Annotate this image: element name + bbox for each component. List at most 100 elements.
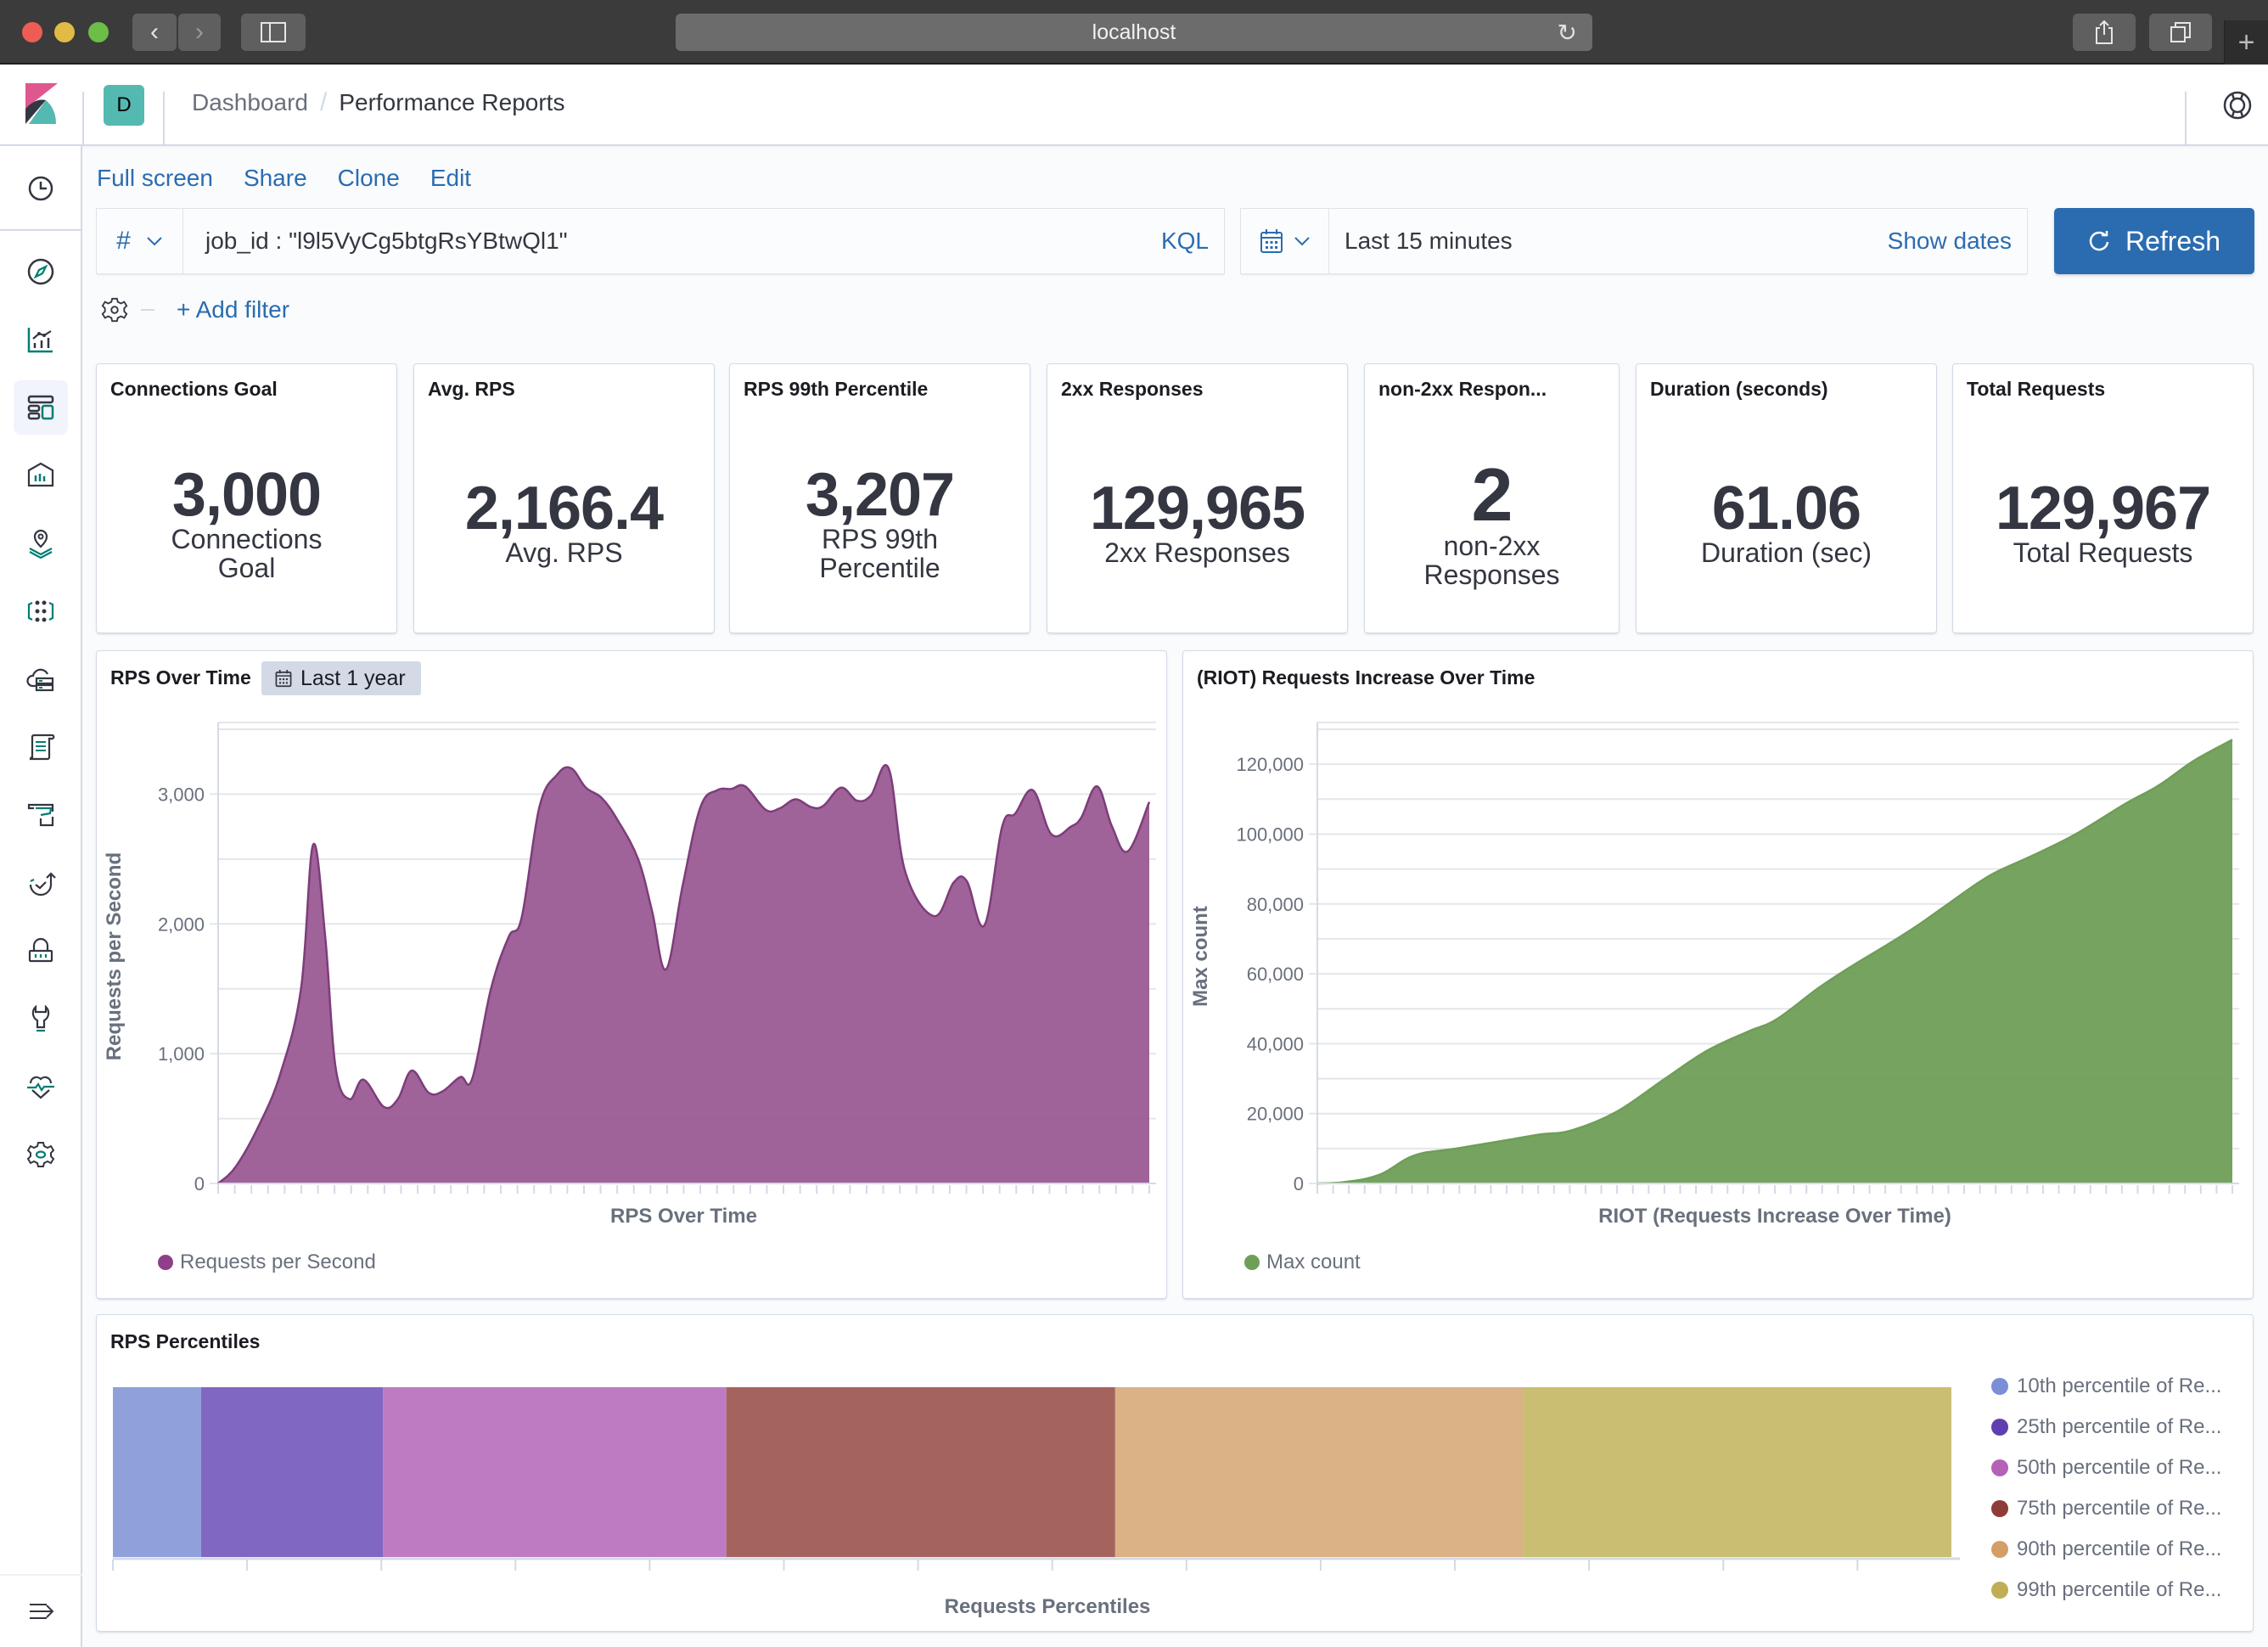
x-axis-title: RPS Over Time [610, 1205, 757, 1228]
legend-item[interactable]: 25th percentile of Re... [1991, 1407, 2221, 1447]
show-dates-button[interactable]: Show dates [1888, 228, 2027, 255]
data-point [323, 935, 328, 940]
query-bar: # job_id : "l9l5VyCg5btgRsYBtwQl1" KQL [96, 208, 1225, 274]
metric-display: 3,207 RPS 99th Percentile [730, 464, 1030, 582]
zoom-window-button[interactable] [88, 22, 109, 42]
rps-percentiles-panel: RPS Percentiles Requests Percentiles 10t… [96, 1314, 2254, 1632]
menu-collapse-icon [29, 1604, 53, 1619]
legend-item[interactable]: Max count [1244, 1251, 1361, 1274]
data-point [381, 1105, 386, 1110]
data-point [311, 842, 316, 847]
chevron-down-icon [1294, 237, 1310, 246]
sidebar-item-infrastructure[interactable] [14, 652, 68, 706]
sidebar-item-uptime[interactable] [14, 856, 68, 910]
help-icon[interactable] [2222, 90, 2253, 121]
data-point [1913, 925, 1918, 930]
query-history-button[interactable]: # [97, 209, 183, 273]
query-input[interactable]: job_id : "l9l5VyCg5btgRsYBtwQl1" [183, 228, 1161, 255]
apm-icon [27, 803, 54, 827]
data-point [233, 1164, 239, 1169]
percentiles-chart[interactable]: Requests Percentiles [97, 1315, 1964, 1633]
legend-color-dot [1991, 1582, 2008, 1599]
metric-display: 61.06 Duration (sec) [1636, 478, 1936, 568]
metric-display: 3,000 Connections Goal [97, 464, 396, 582]
data-point [636, 857, 641, 862]
data-point [333, 1064, 338, 1069]
sidebar-item-recently-viewed[interactable] [14, 161, 68, 216]
data-point [615, 818, 620, 823]
reload-icon[interactable]: ↻ [1558, 19, 1577, 47]
close-window-button[interactable] [22, 22, 42, 42]
sidebar-toggle-button[interactable] [241, 14, 306, 51]
data-point [1614, 1110, 1620, 1115]
data-point [728, 786, 733, 791]
metric-label: Avg. RPS [505, 537, 623, 568]
legend-item[interactable]: Requests per Second [158, 1251, 376, 1274]
sidebar-item-canvas[interactable] [14, 448, 68, 503]
data-point [1886, 942, 1891, 947]
add-filter-button[interactable]: + Add filter [177, 296, 289, 323]
minimize-window-button[interactable] [54, 22, 75, 42]
data-point [2122, 801, 2127, 807]
metric-title: non-2xx Respon... [1378, 378, 1547, 400]
clone-link[interactable]: Clone [338, 165, 400, 192]
data-point [2157, 783, 2162, 788]
edit-link[interactable]: Edit [430, 165, 471, 192]
data-point [777, 806, 782, 811]
sidebar-item-management[interactable] [14, 1127, 68, 1182]
back-button[interactable]: ‹ [132, 14, 177, 51]
sidebar-item-logs[interactable] [14, 720, 68, 774]
forward-button[interactable]: › [178, 14, 221, 51]
legend-item[interactable]: 99th percentile of Re... [1991, 1570, 2221, 1610]
quick-select-button[interactable] [1241, 209, 1329, 273]
breadcrumb-dashboard[interactable]: Dashboard [192, 89, 308, 116]
address-bar[interactable]: localhost ↻ [676, 14, 1592, 51]
data-point [1049, 832, 1054, 837]
metric-title: RPS 99th Percentile [744, 378, 929, 400]
space-avatar[interactable]: D [104, 85, 144, 126]
full-screen-link[interactable]: Full screen [97, 165, 213, 192]
metric-value: 2,166.4 [464, 475, 664, 542]
sidebar-item-dashboard[interactable] [14, 380, 68, 435]
sidebar-item-dev-tools[interactable] [14, 992, 68, 1046]
bar-segment [1523, 1387, 1951, 1557]
legend-color-dot [1991, 1500, 2008, 1517]
hash-icon: # [116, 227, 131, 255]
sidebar-item-siem[interactable] [14, 924, 68, 978]
date-range-value[interactable]: Last 15 minutes [1329, 228, 1888, 255]
tabs-overview-button[interactable] [2149, 14, 2212, 51]
data-point [839, 785, 844, 790]
refresh-button[interactable]: Refresh [2054, 208, 2254, 274]
plus-icon: + [2237, 25, 2255, 59]
bar-segment [383, 1387, 727, 1557]
legend-label: 25th percentile of Re... [2017, 1415, 2222, 1438]
gear-icon[interactable] [100, 295, 129, 324]
legend-item[interactable]: 10th percentile of Re... [1991, 1366, 2221, 1407]
kibana-logo[interactable] [25, 83, 58, 124]
filter-divider [141, 309, 154, 311]
legend-item[interactable]: 75th percentile of Re... [1991, 1488, 2221, 1529]
data-point [763, 807, 768, 812]
query-language-button[interactable]: KQL [1161, 228, 1224, 255]
share-link[interactable]: Share [244, 165, 307, 192]
sidebar-item-apm[interactable] [14, 788, 68, 842]
y-tick-label: 60,000 [1247, 964, 1304, 985]
sidebar-item-visualize[interactable] [14, 312, 68, 367]
legend-item[interactable]: 50th percentile of Re... [1991, 1447, 2221, 1488]
metric-card: 2xx Responses 129,965 2xx Responses [1047, 363, 1348, 633]
data-point [458, 1075, 463, 1080]
riot-chart[interactable]: 0 20,000 40,000 60,000 80,000 100,000 120,000 R… [1183, 651, 2254, 1300]
sidebar-item-stack-monitoring[interactable] [14, 1060, 68, 1114]
sidebar-item-maps[interactable] [14, 516, 68, 571]
share-browser-button[interactable] [2073, 14, 2136, 51]
rps-chart[interactable]: 0 1,000 2,000 3,000 RPS Over Time Requests pe… [97, 651, 1168, 1300]
data-point [715, 788, 720, 793]
legend-color-dot [158, 1255, 173, 1270]
collapse-nav-button[interactable] [0, 1574, 82, 1647]
metric-card: Connections Goal 3,000 Connections Goal [96, 363, 397, 633]
sidebar-item-discover[interactable] [14, 245, 68, 299]
sidebar-item-machine-learning[interactable] [14, 584, 68, 638]
new-tab-button[interactable]: + [2224, 20, 2268, 65]
legend-item[interactable]: 90th percentile of Re... [1991, 1529, 2221, 1570]
data-point [886, 766, 891, 771]
